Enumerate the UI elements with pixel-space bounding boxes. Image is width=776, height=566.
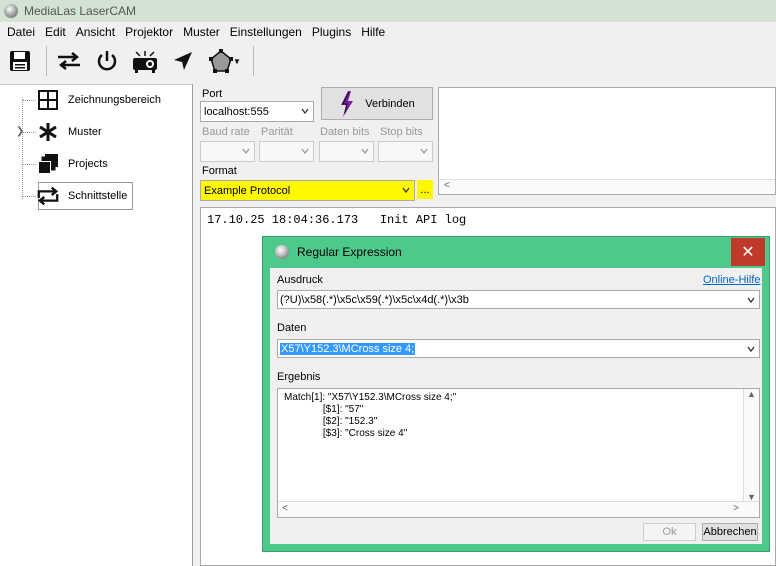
projector-icon (133, 51, 157, 73)
online-help-link[interactable]: Online-Hilfe (703, 274, 760, 286)
loop-arrows-icon (36, 184, 60, 208)
parity-select[interactable] (259, 141, 314, 162)
chevron-down-icon (242, 148, 250, 155)
chevron-down-icon[interactable] (747, 345, 755, 353)
chevron-down-icon (301, 148, 309, 155)
cursor-button[interactable] (167, 45, 199, 77)
format-label: Format (202, 165, 237, 177)
expression-input[interactable]: (?U)\x58(.*)\x5c\x59(.*)\x5c\x4d(.*)\x3b (277, 290, 760, 309)
horizontal-scrollbar[interactable]: < (439, 179, 775, 194)
menu-datei[interactable]: Datei (2, 22, 40, 42)
toolbar-separator (46, 46, 47, 76)
swap-arrows-icon (58, 52, 80, 70)
cancel-button[interactable]: Abbrechen (702, 523, 758, 541)
tree-item-label: Zeichnungsbereich (68, 94, 161, 106)
data-label: Daten (277, 322, 307, 334)
stop-bits-label: Stop bits (380, 126, 423, 138)
power-icon (97, 51, 117, 71)
tree-item-projects[interactable]: Projects (8, 150, 108, 178)
menu-einstellungen[interactable]: Einstellungen (225, 22, 307, 42)
tree-item-label: Projects (68, 158, 108, 170)
close-icon: ✕ (741, 244, 755, 261)
stop-bits-select[interactable] (378, 141, 433, 162)
connect-button[interactable]: Verbinden (321, 87, 433, 120)
connect-toggle-button[interactable] (53, 45, 85, 77)
chevron-down-icon[interactable] (747, 296, 755, 304)
projector-button[interactable] (129, 45, 161, 77)
baud-rate-label: Baud rate (202, 126, 250, 138)
power-button[interactable] (91, 45, 123, 77)
app-icon (4, 4, 18, 18)
port-select[interactable]: localhost:555 (200, 101, 314, 122)
format-options-button[interactable]: ... (417, 180, 433, 199)
baud-rate-select[interactable] (200, 141, 255, 162)
polygon-dropdown-icon[interactable]: ▼ (233, 57, 241, 66)
chevron-down-icon (361, 148, 369, 155)
horizontal-scrollbar[interactable]: < > (278, 501, 759, 517)
grid-icon (36, 88, 60, 112)
menu-plugins[interactable]: Plugins (307, 22, 356, 42)
chevron-left-icon[interactable]: < (282, 503, 288, 514)
tree-item-label: Schnittstelle (68, 190, 128, 202)
tree-item-muster[interactable]: Muster (8, 118, 102, 146)
toolbar: ▼ (0, 42, 776, 80)
regex-dialog: Regular Expression ✕ Ausdruck Online-Hil… (262, 236, 770, 552)
tree-item-schnittstelle[interactable]: Schnittstelle (8, 182, 127, 210)
toolbar-separator (252, 46, 254, 76)
menu-bar: Datei Edit Ansicht Projektor Muster Eins… (0, 22, 776, 42)
result-label: Ergebnis (277, 371, 321, 383)
chevron-down-icon (402, 187, 410, 194)
log-line: 17.10.25 18:04:36.173 Init API log (207, 213, 467, 227)
result-text: Match[1]: "X57\Y152.3\MCross size 4;" [$… (284, 392, 457, 439)
data-bits-label: Daten bits (320, 126, 370, 138)
tree-item-zeichnungsbereich[interactable]: Zeichnungsbereich (8, 86, 161, 114)
save-button[interactable] (4, 45, 36, 77)
tree-item-label: Muster (68, 126, 102, 138)
expression-label: Ausdruck (277, 274, 323, 286)
polygon-icon (209, 49, 233, 73)
chevron-down-icon (301, 108, 309, 115)
chevron-left-icon[interactable]: < (444, 180, 450, 191)
menu-edit[interactable]: Edit (40, 22, 71, 42)
menu-ansicht[interactable]: Ansicht (71, 22, 120, 42)
result-output: Match[1]: "X57\Y152.3\MCross size 4;" [$… (277, 388, 760, 518)
chevron-right-icon[interactable]: > (733, 503, 739, 514)
app-icon (275, 245, 289, 259)
stack-icon (36, 152, 60, 176)
asterisk-icon (36, 120, 60, 144)
parity-label: Parität (261, 126, 293, 138)
menu-muster[interactable]: Muster (178, 22, 225, 42)
port-label: Port (202, 88, 223, 100)
connection-info-box: < (438, 87, 776, 195)
data-bits-select[interactable] (319, 141, 374, 162)
data-input[interactable]: X57\Y152.3\MCross size 4; (277, 339, 760, 358)
dialog-title-bar[interactable]: Regular Expression (263, 237, 769, 267)
lightning-icon (341, 90, 354, 117)
window-title: MediaLas LaserCAM (24, 4, 137, 18)
format-select[interactable]: Example Protocol (200, 180, 415, 201)
menu-hilfe[interactable]: Hilfe (356, 22, 390, 42)
navigation-tree: ❯ Zeichnungsbereich Muster Projects Schn… (0, 84, 193, 566)
menu-projektor[interactable]: Projektor (120, 22, 178, 42)
cursor-icon (174, 52, 192, 70)
chevron-down-icon (420, 148, 428, 155)
save-icon (10, 51, 30, 71)
vertical-scrollbar[interactable]: ▲ ▼ (743, 389, 759, 502)
dialog-body: Ausdruck Online-Hilfe (?U)\x58(.*)\x5c\x… (270, 268, 762, 544)
chevron-up-icon[interactable]: ▲ (747, 389, 756, 399)
ok-button[interactable]: Ok (643, 523, 696, 541)
title-bar: MediaLas LaserCAM (0, 0, 776, 22)
dialog-title: Regular Expression (297, 245, 402, 259)
close-button[interactable]: ✕ (731, 238, 765, 266)
